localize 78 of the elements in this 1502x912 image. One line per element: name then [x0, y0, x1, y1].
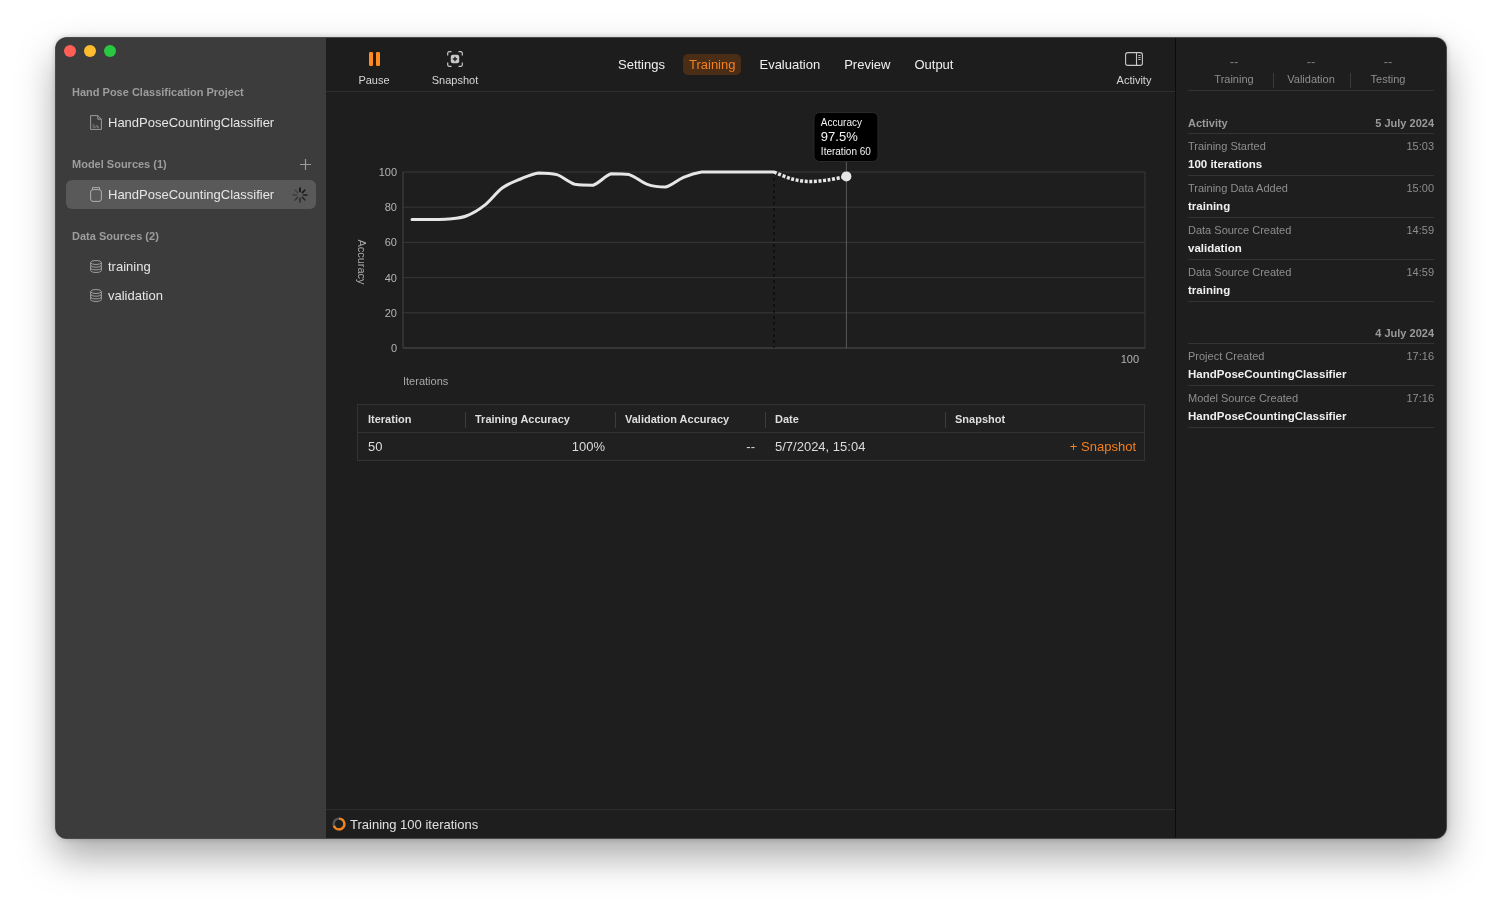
sidebar-item[interactable]: HandPoseCountingClassifier	[66, 180, 316, 209]
container-icon	[90, 187, 102, 202]
event-detail: training	[1188, 283, 1232, 298]
event-detail: training	[1188, 199, 1232, 214]
zoom-button[interactable]	[104, 45, 116, 57]
data-point-icon	[841, 171, 852, 182]
sidebar-item[interactable]: training	[66, 252, 316, 281]
y-tick-label: 40	[384, 271, 397, 284]
event-title: Training Data Added	[1188, 182, 1288, 194]
add-snapshot-link[interactable]: + Snapshot	[1069, 439, 1136, 454]
pause-button[interactable]: Pause	[346, 38, 402, 91]
status-text: Training 100 iterations	[350, 816, 479, 832]
event-time: 17:16	[1406, 392, 1434, 404]
snapshot-icon	[447, 51, 463, 67]
event-title: Data Source Created	[1188, 266, 1292, 278]
y-tick-label: 0	[390, 342, 397, 354]
tooltip-label: Iteration 60	[820, 145, 871, 158]
metric-label: Validation	[1287, 72, 1335, 86]
table-cell-text: 5/7/2024, 15:04	[774, 439, 867, 454]
minimize-button[interactable]	[84, 45, 96, 57]
database-icon	[90, 260, 102, 273]
table-cell-text: 100%	[570, 439, 606, 454]
metric-label: Testing	[1370, 72, 1406, 86]
metric-value: --	[1383, 55, 1393, 69]
metric-value: --	[1229, 55, 1239, 69]
y-axis-title: Accuracy	[356, 239, 368, 285]
tooltip-title: Accuracy	[820, 116, 863, 129]
y-tick-label: 60	[384, 236, 397, 249]
table-cell-text: --	[745, 439, 756, 454]
sidebar-item[interactable]: validation	[66, 281, 316, 310]
x-end-label: 100	[1120, 353, 1139, 365]
close-button[interactable]	[64, 45, 76, 57]
section-header: Data Sources (2)	[72, 230, 159, 242]
group-date: 5 July 2024	[1375, 117, 1434, 129]
sidebar-item[interactable]: HandPoseCountingClassifier	[66, 108, 316, 137]
column-header: Snapshot	[945, 412, 1144, 425]
plus-icon	[300, 158, 311, 170]
panel-title: Activity	[1188, 117, 1228, 129]
event-time: 15:03	[1406, 140, 1434, 152]
tooltip-value: 97.5%	[820, 129, 859, 145]
tab[interactable]: Settings	[612, 54, 671, 75]
y-tick-label: 20	[384, 306, 397, 319]
column-header: Validation Accuracy	[615, 412, 765, 425]
snapshot-button[interactable]: Snapshot	[427, 38, 483, 91]
event-detail: 100 iterations	[1188, 157, 1264, 172]
event-title: Data Source Created	[1188, 224, 1292, 236]
tab[interactable]: Training	[683, 54, 742, 75]
event-title: Model Source Created	[1188, 392, 1299, 404]
database-icon	[90, 289, 102, 302]
y-tick-label: 100	[378, 166, 397, 178]
document-icon	[90, 115, 102, 130]
add-button[interactable]	[300, 158, 311, 170]
section-header: Hand Pose Classification Project	[72, 86, 244, 98]
event-time: 17:16	[1406, 350, 1434, 362]
event-time: 15:00	[1406, 182, 1434, 194]
metric-value: --	[1306, 55, 1316, 69]
column-header: Date	[765, 412, 945, 425]
tab[interactable]: Preview	[838, 54, 897, 75]
metric-label: Training	[1214, 72, 1254, 86]
event-detail: HandPoseCountingClassifier	[1188, 409, 1348, 424]
tab[interactable]: Evaluation	[753, 54, 827, 75]
y-tick-label: 80	[384, 201, 397, 214]
event-title: Training Started	[1188, 140, 1266, 152]
event-time: 14:59	[1406, 224, 1434, 236]
event-title: Project Created	[1188, 350, 1265, 362]
event-detail: validation	[1188, 241, 1243, 256]
event-detail: HandPoseCountingClassifier	[1188, 367, 1348, 382]
activity-button[interactable]: Activity	[1106, 38, 1162, 91]
group-date: 4 July 2024	[1375, 327, 1434, 339]
section-header: Model Sources (1)	[72, 158, 167, 170]
event-time: 14:59	[1406, 266, 1434, 278]
x-axis-title: Iterations	[403, 375, 449, 387]
tab[interactable]: Output	[908, 54, 960, 75]
sidebar-panel-icon	[1125, 51, 1143, 67]
pause-icon	[368, 51, 380, 67]
column-header: Iteration	[367, 412, 413, 425]
table-cell-text: 50	[367, 439, 384, 454]
column-header: Training Accuracy	[465, 412, 615, 425]
